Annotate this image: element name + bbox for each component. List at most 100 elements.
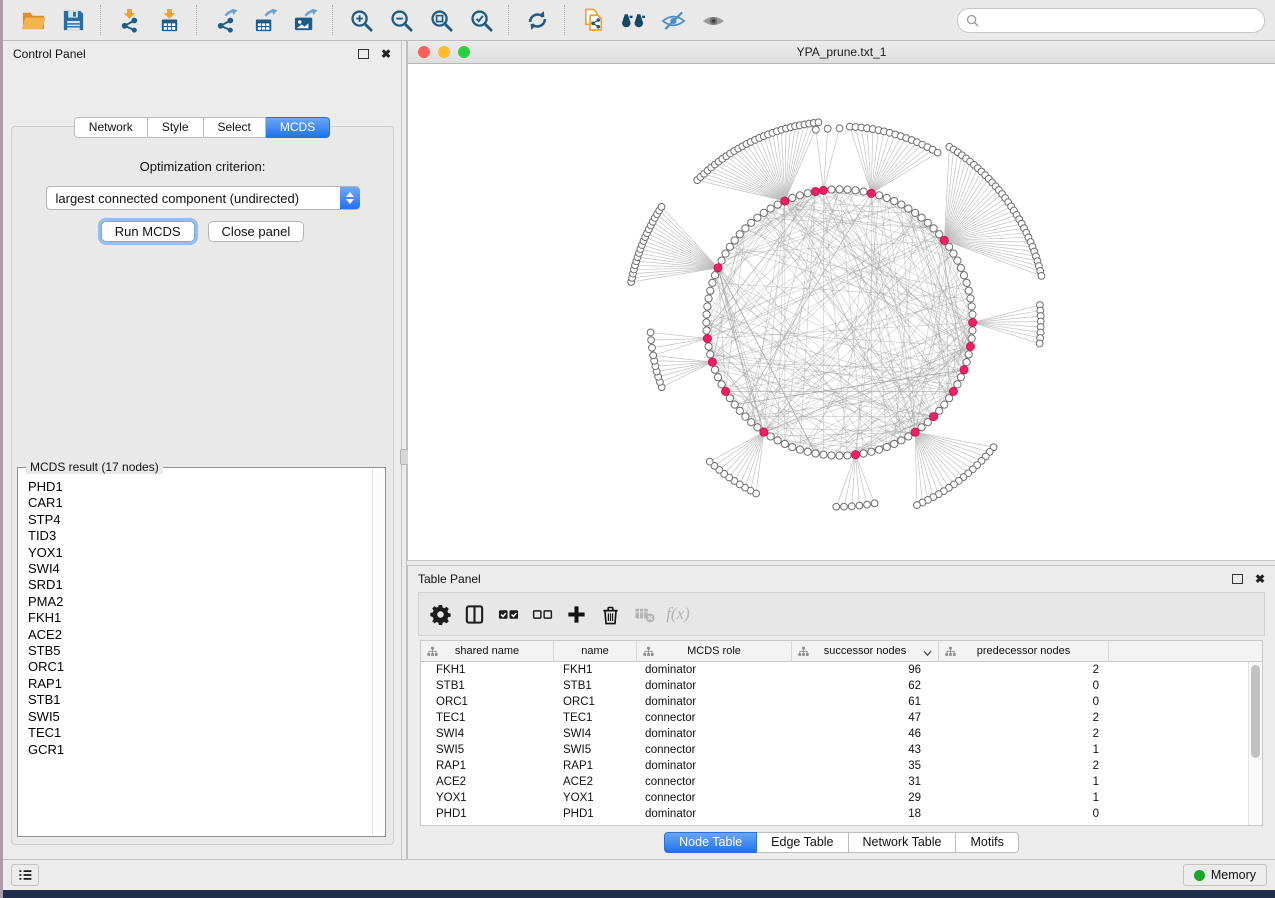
table-row[interactable]: ORC1ORC1dominator610 xyxy=(421,694,1262,710)
save-icon xyxy=(61,8,86,33)
network-canvas[interactable] xyxy=(408,64,1275,560)
close-panel-button[interactable]: Close panel xyxy=(208,221,305,242)
refresh-layout-button[interactable] xyxy=(522,5,552,35)
table-cell: 46 xyxy=(792,726,939,742)
table-cell: 43 xyxy=(792,742,939,758)
import-network-button[interactable] xyxy=(114,5,144,35)
select-all-rows-button[interactable] xyxy=(491,597,525,631)
memory-button[interactable]: Memory xyxy=(1183,864,1267,886)
search-input[interactable] xyxy=(984,12,1256,28)
zoom-fit-button[interactable] xyxy=(426,5,456,35)
network-graph[interactable] xyxy=(408,64,1275,560)
export-network-button[interactable] xyxy=(210,5,240,35)
mcds-result-item[interactable]: SRD1 xyxy=(28,577,373,593)
tab-style[interactable]: Style xyxy=(148,117,204,138)
table-scrollbar-thumb[interactable] xyxy=(1251,665,1260,758)
tab-motifs[interactable]: Motifs xyxy=(956,832,1018,853)
import-network-icon xyxy=(117,8,142,33)
hide-graphics-button[interactable] xyxy=(658,5,688,35)
table-scrollbar[interactable] xyxy=(1248,662,1262,825)
tab-network-table[interactable]: Network Table xyxy=(849,832,957,853)
table-row[interactable]: SWI4SWI4dominator462 xyxy=(421,726,1262,742)
mcds-result-scrollbar[interactable] xyxy=(372,469,384,835)
delete-column-button[interactable] xyxy=(593,597,627,631)
table-cell: RAP1 xyxy=(554,758,637,774)
mcds-result-item[interactable]: STB1 xyxy=(28,692,373,708)
clone-network-button[interactable] xyxy=(578,5,608,35)
column-header-predecessor-nodes[interactable]: predecessor nodes xyxy=(939,641,1109,662)
table-cell: connector xyxy=(637,742,792,758)
tab-mcds[interactable]: MCDS xyxy=(266,117,330,138)
mcds-result-item[interactable]: CAR1 xyxy=(28,495,373,511)
mcds-result-item[interactable]: ORC1 xyxy=(28,659,373,675)
tab-node-table[interactable]: Node Table xyxy=(664,832,757,853)
table-cell: 31 xyxy=(792,774,939,790)
mcds-result-item[interactable]: PMA2 xyxy=(28,594,373,610)
mcds-result-item[interactable]: PHD1 xyxy=(28,479,373,495)
optimization-criterion-select[interactable]: largest connected component (undirected) xyxy=(46,186,360,210)
table-row[interactable]: RAP1RAP1dominator352 xyxy=(421,758,1262,774)
mcds-result-item[interactable]: SWI4 xyxy=(28,561,373,577)
run-mcds-button[interactable]: Run MCDS xyxy=(101,221,195,242)
table-cell: dominator xyxy=(637,662,792,678)
task-history-button[interactable] xyxy=(11,864,39,886)
add-column-icon xyxy=(566,604,587,625)
column-header-successor-nodes[interactable]: successor nodes xyxy=(792,641,939,662)
mcds-result-item[interactable]: TEC1 xyxy=(28,725,373,741)
tab-select[interactable]: Select xyxy=(204,117,266,138)
table-row[interactable]: STB1STB1dominator620 xyxy=(421,678,1262,694)
first-neighbors-button[interactable] xyxy=(618,5,648,35)
tab-network[interactable]: Network xyxy=(74,117,148,138)
mcds-result-list[interactable]: PHD1CAR1STP4TID3YOX1SWI4SRD1PMA2FKH1ACE2… xyxy=(20,472,373,834)
mcds-result-item[interactable]: RAP1 xyxy=(28,676,373,692)
table-row[interactable]: YOX1YOX1connector291 xyxy=(421,790,1262,806)
cytoscape-window: Control Panel ✖ NetworkStyleSelectMCDS O… xyxy=(3,0,1275,890)
float-table-panel-icon[interactable] xyxy=(1232,574,1243,584)
table-row[interactable]: PHD1PHD1dominator180 xyxy=(421,806,1262,822)
table-cell: STB1 xyxy=(554,678,637,694)
mcds-result-item[interactable]: ACE2 xyxy=(28,627,373,643)
mcds-result-item[interactable]: GCR1 xyxy=(28,742,373,758)
close-panel-icon[interactable]: ✖ xyxy=(381,48,391,60)
deselect-all-rows-button[interactable] xyxy=(525,597,559,631)
export-image-button[interactable] xyxy=(290,5,320,35)
gear-button[interactable] xyxy=(423,597,457,631)
mcds-result-item[interactable]: YOX1 xyxy=(28,545,373,561)
close-table-panel-icon[interactable]: ✖ xyxy=(1255,573,1265,585)
column-header-shared-name[interactable]: shared name xyxy=(421,641,554,662)
table-row[interactable]: TEC1TEC1connector472 xyxy=(421,710,1262,726)
mcds-result-item[interactable]: FKH1 xyxy=(28,610,373,626)
mcds-result-item[interactable]: STP4 xyxy=(28,512,373,528)
column-visibility-button[interactable] xyxy=(457,597,491,631)
mcds-result-item[interactable]: TID3 xyxy=(28,528,373,544)
mcds-result-item[interactable]: SWI5 xyxy=(28,709,373,725)
save-button[interactable] xyxy=(58,5,88,35)
table-cell: connector xyxy=(637,774,792,790)
table-row[interactable]: FKH1FKH1dominator962 xyxy=(421,662,1262,678)
search-icon xyxy=(966,14,979,27)
table-cell: 62 xyxy=(792,678,939,694)
float-panel-icon[interactable] xyxy=(358,49,369,59)
column-label: name xyxy=(581,645,609,657)
zoom-out-button[interactable] xyxy=(386,5,416,35)
mcds-result-item[interactable]: STB5 xyxy=(28,643,373,659)
export-table-button[interactable] xyxy=(250,5,280,35)
mcds-panel: Optimization criterion: largest connecte… xyxy=(11,126,394,845)
zoom-selected-button[interactable] xyxy=(466,5,496,35)
zoom-in-button[interactable] xyxy=(346,5,376,35)
table-cell: 96 xyxy=(792,662,939,678)
table-cell: FKH1 xyxy=(421,662,554,678)
vertical-splitter[interactable] xyxy=(401,41,407,859)
import-table-button[interactable] xyxy=(154,5,184,35)
column-header-name[interactable]: name xyxy=(554,641,637,662)
tab-edge-table[interactable]: Edge Table xyxy=(757,832,848,853)
column-header-MCDS-role[interactable]: MCDS role xyxy=(637,641,792,662)
table-cell: 1 xyxy=(939,774,1109,790)
open-folder-button[interactable] xyxy=(18,5,48,35)
toolbar-separator xyxy=(508,5,510,35)
table-row[interactable]: SWI5SWI5connector431 xyxy=(421,742,1262,758)
table-row[interactable]: ACE2ACE2connector311 xyxy=(421,774,1262,790)
search-box[interactable] xyxy=(957,8,1265,33)
toolbar-separator xyxy=(196,5,198,35)
add-column-button[interactable] xyxy=(559,597,593,631)
